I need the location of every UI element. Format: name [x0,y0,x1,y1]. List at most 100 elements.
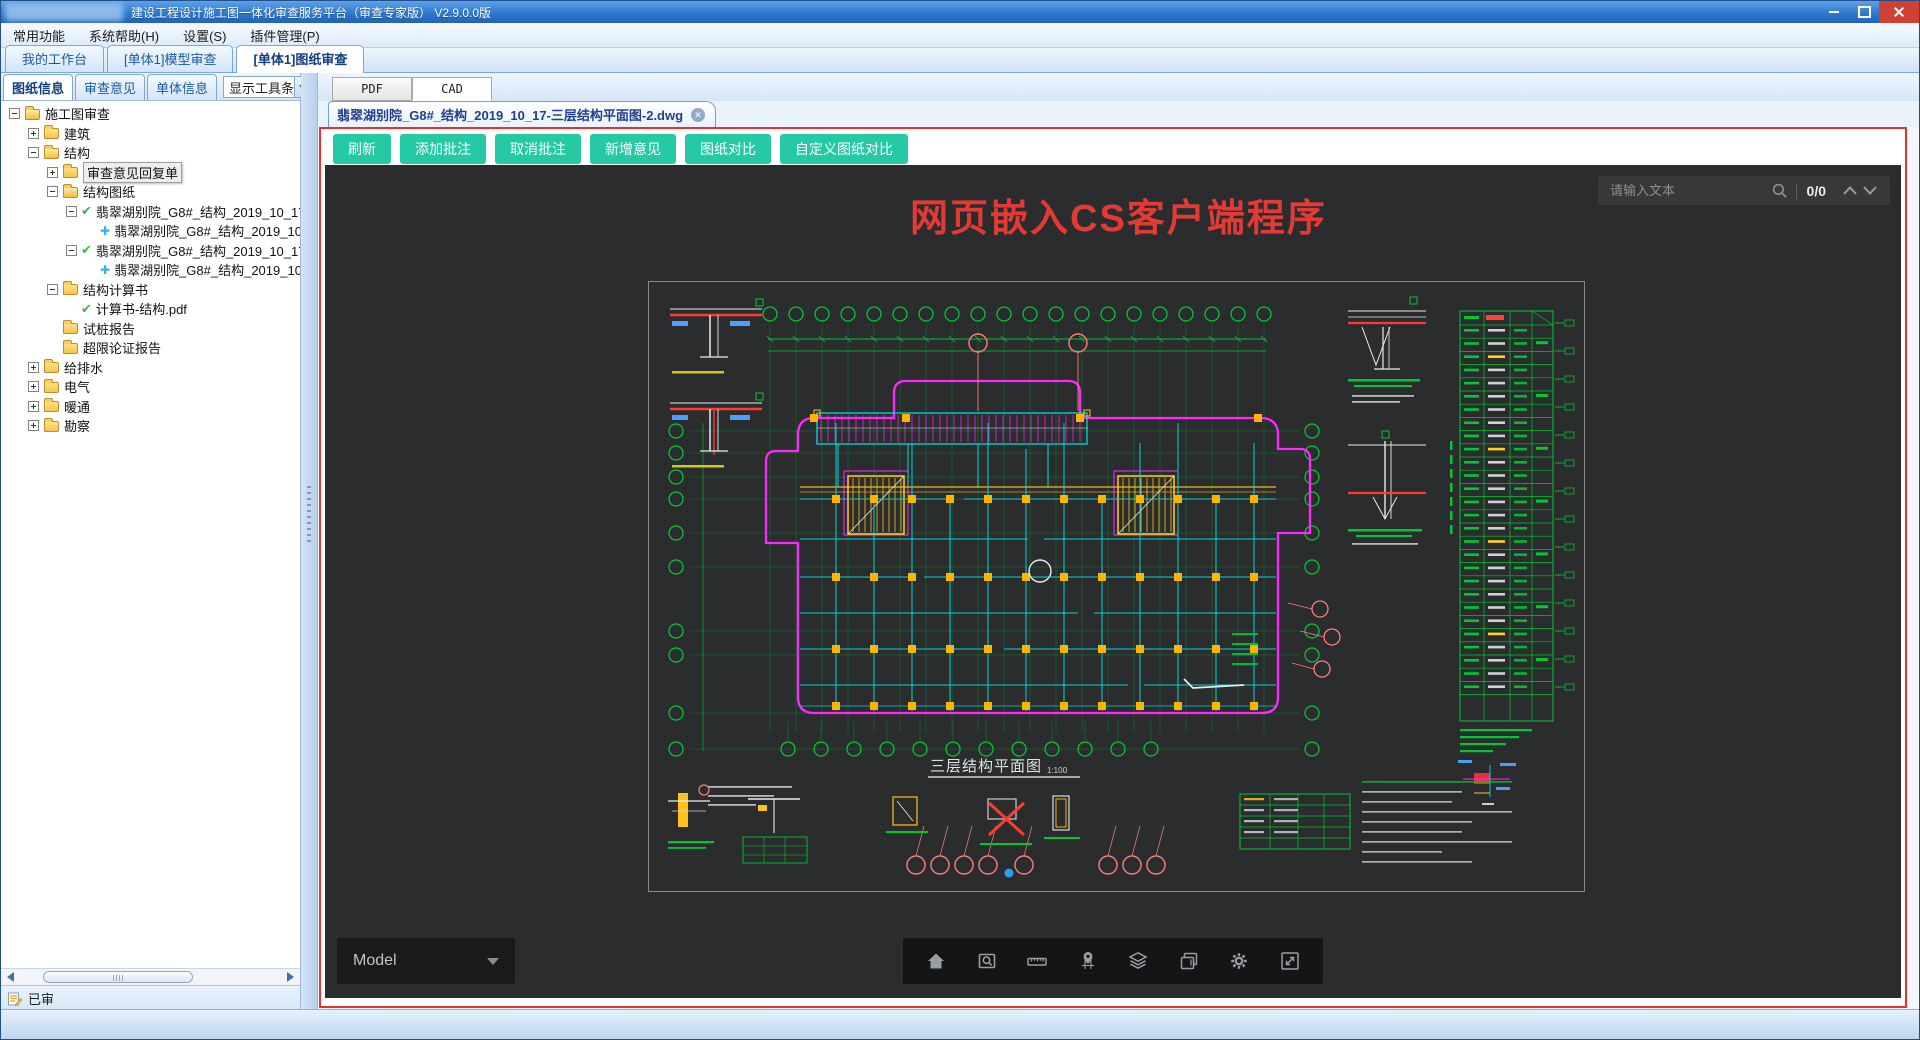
tab-my-workbench[interactable]: 我的工作台 [5,45,105,72]
search-prev-button[interactable] [1840,181,1860,201]
tree-item[interactable]: 超限论证报告 [1,338,300,358]
cancel-annotation-button[interactable]: 取消批注 [495,134,581,164]
expand-icon[interactable] [28,381,39,393]
sheet-title: 三层结构平面图 [930,758,1042,775]
chevron-down-icon [1863,186,1877,195]
cad-toolbar: 刷新 添加批注 取消批注 新增意见 图纸对比 自定义图纸对比 [325,133,1901,165]
add-annotation-button[interactable]: 添加批注 [400,134,486,164]
tree-item[interactable]: 勘察 [1,416,300,436]
tab-drawing-review[interactable]: [单体1]图纸审查 [236,45,365,73]
fullscreen-icon [1281,952,1299,970]
search-next-button[interactable] [1860,181,1880,201]
folder-icon [63,339,78,354]
tree-item[interactable]: 翡翠湖别院_G8#_结构_2019_10_17-三 [1,202,300,222]
tab-review-opinions[interactable]: 审查意见 [75,74,146,100]
tree-item[interactable]: 结构 [1,143,300,163]
model-selector[interactable]: Model [337,938,515,984]
tab-unit-info[interactable]: 单体信息 [147,74,218,100]
show-toolbar-combobox[interactable]: 显示工具条 [223,76,313,98]
scroll-left-arrow-icon[interactable] [7,972,14,982]
document-tab-title: 翡翠湖别院_G8#_结构_2019_10_17-三层结构平面图-2.dwg [337,108,684,123]
tree-item[interactable]: 暖通 [1,397,300,417]
settings-button[interactable] [1222,944,1256,978]
close-button[interactable] [1879,1,1919,23]
zoom-window-button[interactable] [970,944,1004,978]
note-icon [8,992,23,1006]
cad-viewer-panel: 刷新 添加批注 取消批注 新增意见 图纸对比 自定义图纸对比 网页嵌入CS客户端… [319,127,1907,1008]
tab-model-review[interactable]: [单体1]模型审查 [107,45,234,72]
minimize-button[interactable] [1819,1,1849,23]
menu-plugin-manager[interactable]: 插件管理(P) [238,23,331,48]
viewer-area: PDF CAD 翡翠湖别院_G8#_结构_2019_10_17-三层结构平面图-… [318,73,1919,1011]
tree-item[interactable]: 结构计算书 [1,280,300,300]
app-window: 建设工程设计施工图一体化审查服务平台（审查专家版） V2.9.0.0版 常用功能… [0,0,1920,1040]
tree-item[interactable]: 建筑 [1,124,300,144]
main-tab-strip: 我的工作台 [单体1]模型审查 [单体1]图纸审查 [1,45,1919,73]
scrollbar-thumb[interactable] [43,971,193,983]
cad-canvas[interactable]: 网页嵌入CS客户端程序 0/0 [325,165,1901,998]
folder-icon [25,105,40,120]
viewer-tab-strip: PDF CAD [318,73,1919,101]
collapse-icon[interactable] [66,205,77,217]
panel-splitter[interactable] [301,73,318,1011]
maximize-button[interactable] [1849,1,1879,23]
tree-item-selected[interactable]: 审查意见回复单 [1,161,300,183]
left-panel-tabs: 图纸信息 审查意见 单体信息 显示工具条 [1,73,313,101]
expand-icon[interactable] [28,361,39,373]
tree-item[interactable]: 电气 [1,377,300,397]
tab-cad[interactable]: CAD [412,77,492,101]
folder-icon [63,281,78,296]
collapse-icon[interactable] [47,186,58,198]
status-text: 已审 [28,992,55,1007]
expand-icon[interactable] [28,400,39,412]
menu-common-functions[interactable]: 常用功能 [1,23,77,48]
close-icon[interactable] [691,107,706,122]
fullscreen-button[interactable] [1273,944,1307,978]
collapse-icon[interactable] [66,244,77,256]
scroll-right-arrow-icon[interactable] [287,972,294,982]
expand-icon[interactable] [47,166,58,178]
tree-item[interactable]: 翡翠湖别院_G8#_结构_2019_10_1 [1,221,300,241]
folder-icon [63,320,78,335]
tree-item[interactable]: 翡翠湖别院_G8#_结构_2019_10_17-三 [1,241,300,261]
measure-button[interactable] [1020,944,1054,978]
menu-system-help[interactable]: 系统帮助(H) [77,23,171,48]
cad-bottom-toolbar [903,938,1323,984]
marker-button[interactable] [1071,944,1105,978]
content-area: 图纸信息 审查意见 单体信息 显示工具条 施工图审查 建筑 结构 审查意见回复单… [1,73,1919,1011]
home-button[interactable] [919,944,953,978]
plus-icon [100,223,110,238]
folder-icon [63,183,78,198]
zoom-window-icon [978,953,996,969]
tab-pdf[interactable]: PDF [332,77,412,101]
menu-settings[interactable]: 设置(S) [171,23,238,48]
tree-item[interactable]: 施工图审查 [1,104,300,124]
drawing-compare-button[interactable]: 图纸对比 [685,134,771,164]
custom-drawing-compare-button[interactable]: 自定义图纸对比 [780,134,908,164]
tree-item[interactable]: 给排水 [1,358,300,378]
check-icon [81,242,92,258]
refresh-button[interactable]: 刷新 [333,134,391,164]
expand-icon[interactable] [28,127,39,139]
collapse-icon[interactable] [9,108,20,120]
tree-item[interactable]: 结构图纸 [1,182,300,202]
collapse-icon[interactable] [47,283,58,295]
tree-item[interactable]: 试桩报告 [1,319,300,339]
tab-drawing-info[interactable]: 图纸信息 [3,74,74,100]
search-icon[interactable] [1771,182,1788,199]
layers-button[interactable] [1121,944,1155,978]
expand-icon[interactable] [28,420,39,432]
horizontal-scrollbar[interactable] [1,968,300,985]
document-tab[interactable]: 翡翠湖别院_G8#_结构_2019_10_17-三层结构平面图-2.dwg [328,101,717,127]
viewports-button[interactable] [1172,944,1206,978]
collapse-icon[interactable] [28,147,39,159]
layers-icon [1128,951,1148,970]
chevron-up-icon [1843,186,1857,195]
tree-item[interactable]: 翡翠湖别院_G8#_结构_2019_10_1 [1,260,300,280]
app-icon [5,3,123,21]
folder-icon [44,398,59,413]
new-opinion-button[interactable]: 新增意见 [590,134,676,164]
tree-item[interactable]: 计算书-结构.pdf [1,299,300,319]
search-input[interactable] [1608,182,1771,199]
document-tab-row: 翡翠湖别院_G8#_结构_2019_10_17-三层结构平面图-2.dwg [318,101,1919,127]
